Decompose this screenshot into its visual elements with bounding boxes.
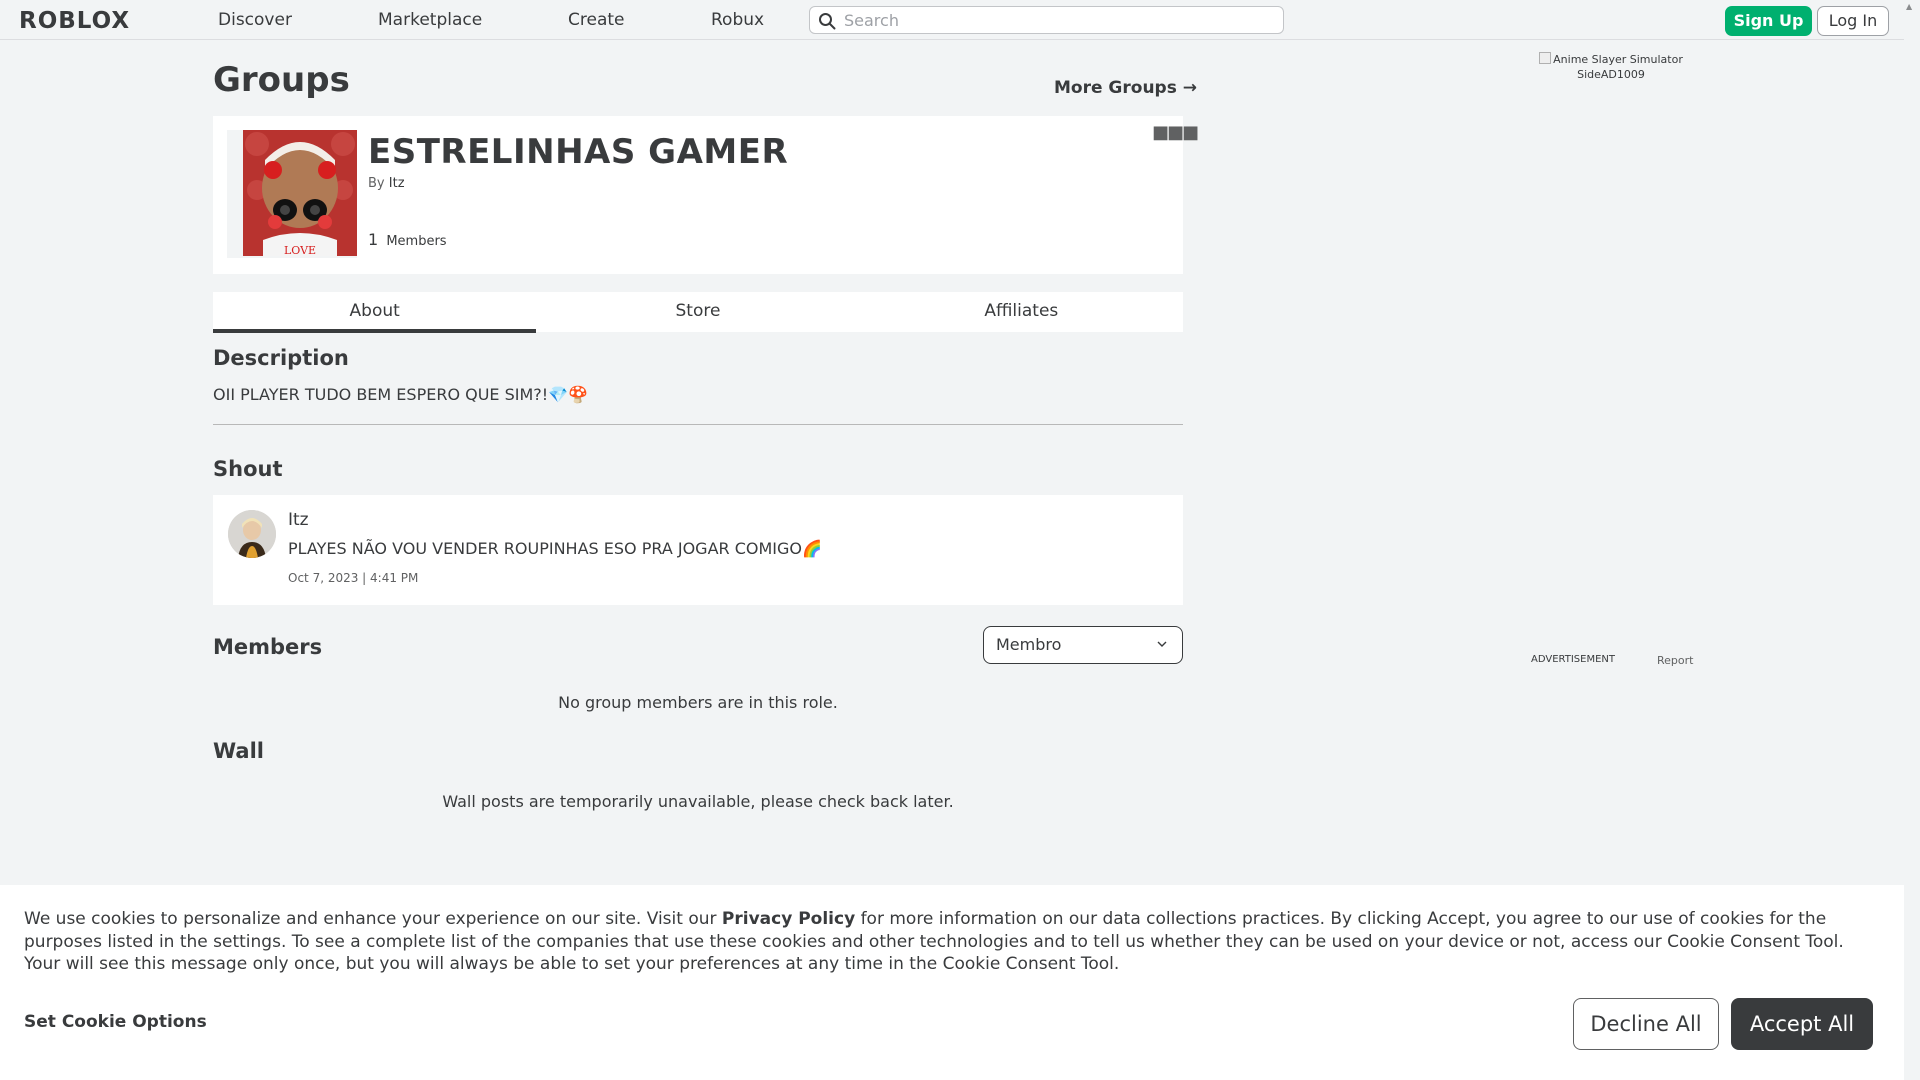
shout-username[interactable]: Itz <box>288 510 309 530</box>
chevron-down-icon <box>1157 641 1167 647</box>
member-count-number: 1 <box>368 230 379 249</box>
sign-up-button[interactable]: Sign Up <box>1725 6 1812 36</box>
broken-image-icon <box>1539 52 1552 64</box>
shout-card: Itz PLAYES NÃO VOU VENDER ROUPINHAS ESO … <box>213 495 1183 605</box>
member-count-label: Members <box>386 234 447 249</box>
group-tabs: About Store Affiliates <box>213 292 1183 333</box>
advertisement-label: ADVERTISEMENT <box>1531 654 1616 665</box>
nav-link-create[interactable]: Create <box>568 10 625 30</box>
roblox-logo[interactable]: ROBLOX <box>19 8 130 34</box>
search-icon[interactable] <box>818 12 836 30</box>
section-divider <box>213 424 1183 425</box>
role-dropdown-value: Membro <box>996 635 1062 654</box>
privacy-policy-link[interactable]: Privacy Policy <box>722 909 855 929</box>
accept-all-button[interactable]: Accept All <box>1731 998 1873 1050</box>
nav-link-discover[interactable]: Discover <box>218 10 292 30</box>
tab-affiliates[interactable]: Affiliates <box>860 292 1183 332</box>
group-owner-link[interactable]: Itz <box>389 176 405 191</box>
avatar[interactable] <box>228 510 276 558</box>
scrollbar-up-arrow[interactable]: ▲ <box>1906 2 1912 11</box>
group-emblem-image: LOVE <box>243 130 357 256</box>
description-text: OII PLAYER TUDO BEM ESPERO QUE SIM?!💎🍄 <box>213 385 589 404</box>
group-member-count: 1 Members <box>368 230 447 249</box>
tab-about[interactable]: About <box>213 292 537 333</box>
nav-link-robux[interactable]: Robux <box>711 10 764 30</box>
description-heading: Description <box>213 346 349 370</box>
svg-text:LOVE: LOVE <box>284 244 316 256</box>
set-cookie-options-link[interactable]: Set Cookie Options <box>24 1012 207 1032</box>
page-title: Groups <box>213 60 350 100</box>
shout-heading: Shout <box>213 457 283 481</box>
group-owner-line: By Itz <box>368 176 405 191</box>
wall-unavailable-message: Wall posts are temporarily unavailable, … <box>442 792 954 811</box>
nav-link-marketplace[interactable]: Marketplace <box>378 10 482 30</box>
cookie-text-before: We use cookies to personalize and enhanc… <box>24 909 722 929</box>
shout-text: PLAYES NÃO VOU VENDER ROUPINHAS ESO PRA … <box>288 539 822 558</box>
members-empty-message: No group members are in this role. <box>558 693 838 712</box>
decline-all-button[interactable]: Decline All <box>1573 998 1719 1050</box>
ad-report-link[interactable]: Report <box>1657 654 1693 667</box>
group-emblem: LOVE <box>227 130 357 258</box>
log-in-button[interactable]: Log In <box>1817 6 1889 36</box>
role-dropdown[interactable]: Membro <box>983 626 1183 664</box>
wall-heading: Wall <box>213 739 264 763</box>
group-name: ESTRELINHAS GAMER <box>368 132 789 172</box>
shout-timestamp: Oct 7, 2023 | 4:41 PM <box>288 571 419 585</box>
cookie-message: We use cookies to personalize and enhanc… <box>24 908 1884 976</box>
ad-alt-text: Anime Slayer Simulator SideAD1009 <box>1553 53 1683 81</box>
members-heading: Members <box>213 635 323 659</box>
tab-store[interactable]: Store <box>536 292 859 332</box>
group-header-card: LOVE ESTRELINHAS GAMER By Itz 1 Members … <box>213 116 1199 274</box>
more-groups-link[interactable]: More Groups → <box>1054 78 1197 98</box>
advertisement-image[interactable]: Anime Slayer Simulator SideAD1009 <box>1531 52 1691 82</box>
search-input[interactable] <box>844 9 1274 31</box>
group-by-label: By <box>368 176 385 191</box>
ellipsis-icon[interactable]: ■■■ <box>1152 122 1199 143</box>
top-navigation-bar: ROBLOX Discover Marketplace Create Robux… <box>0 0 1904 40</box>
search-box <box>809 6 1284 34</box>
cookie-consent-banner: We use cookies to personalize and enhanc… <box>0 885 1904 1080</box>
